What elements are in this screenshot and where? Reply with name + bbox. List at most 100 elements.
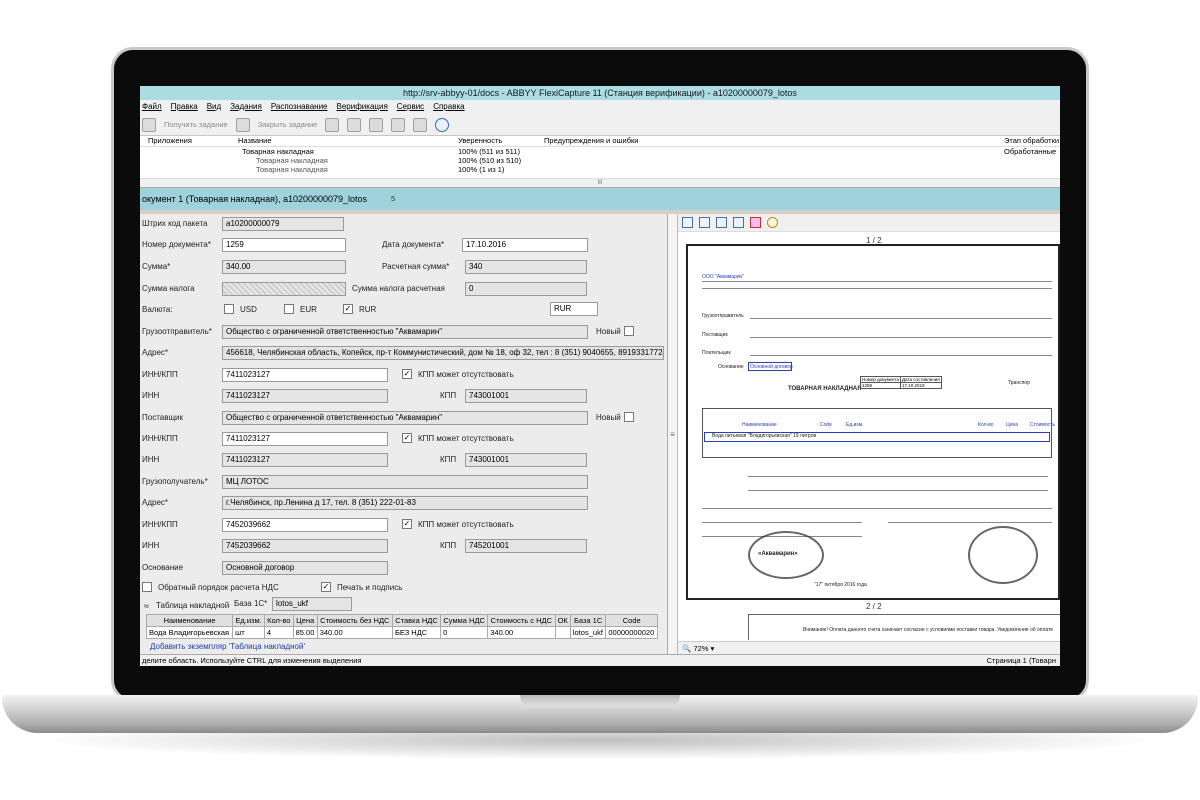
rur-checkbox[interactable]: ✓ (343, 304, 353, 314)
document-page-2[interactable]: Внимание! Оплата данного счета означает … (748, 614, 1060, 640)
inn1-field[interactable]: 7411023127 (222, 389, 388, 403)
reverse-vat-checkbox[interactable] (142, 582, 152, 592)
eur-checkbox[interactable] (284, 304, 294, 314)
calc-tax-field[interactable]: 0 (465, 282, 587, 296)
zoom-dropdown[interactable]: ▾ (711, 644, 715, 653)
kpp1-field[interactable]: 743001001 (465, 389, 587, 403)
menu-file[interactable]: Файл (142, 100, 162, 114)
cell-price[interactable]: 85.00 (292, 626, 318, 639)
shipper-new-checkbox[interactable] (624, 326, 634, 336)
supplier-field[interactable]: Общество с ограниченной ответственностью… (222, 411, 588, 425)
doc-date-field[interactable]: 17.10.2016 (462, 238, 588, 252)
inn-kpp1-field[interactable]: 7411023127 (222, 368, 388, 382)
pane-splitter[interactable]: ≡ (668, 214, 678, 654)
select-region-icon[interactable] (699, 217, 710, 228)
col-price[interactable]: Цена (292, 614, 318, 627)
batch-row[interactable]: Товарная накладная 100% (511 из 511) Обр… (140, 147, 1060, 156)
header-attachments[interactable]: Приложения (140, 136, 238, 146)
send-icon[interactable] (413, 117, 428, 132)
tax-sum-field[interactable] (222, 282, 346, 296)
clock-icon[interactable] (435, 117, 450, 132)
header-warnings[interactable]: Предупреждения и ошибки (544, 136, 1004, 146)
edit-region-icon[interactable] (733, 217, 744, 228)
col-code[interactable]: Code (605, 614, 658, 627)
cell-name[interactable]: Вода Владигорьевская (145, 626, 234, 639)
col-ok[interactable]: ОК (554, 614, 571, 627)
cell-unit[interactable]: шт (232, 626, 265, 639)
zoom-level[interactable]: 72% (693, 644, 708, 653)
header-name[interactable]: Название (238, 136, 458, 146)
col-vat-sum[interactable]: Сумма НДС (440, 614, 489, 627)
print-sign-checkbox[interactable]: ✓ (321, 582, 331, 592)
currency-field[interactable]: RUR (550, 302, 598, 316)
get-task-button[interactable]: Получить задание (164, 120, 228, 129)
address1-field[interactable]: 456618, Челябинская область, Копейск, пр… (222, 346, 664, 360)
menu-edit[interactable]: Правка (171, 100, 198, 114)
reverse-vat-label: Обратный порядок расчета НДС (158, 583, 279, 592)
collapse-icon[interactable]: ≈ (144, 601, 149, 611)
basis-field[interactable]: Основной договор (222, 561, 388, 575)
cell-cost-vat[interactable]: 340.00 (487, 626, 556, 639)
inn2-label: ИНН (142, 455, 160, 464)
recognize-icon[interactable] (369, 117, 384, 132)
usd-checkbox[interactable] (224, 304, 234, 314)
batch-row[interactable]: Товарная накладная 100% (1 из 1) (140, 165, 1060, 174)
image-viewer: 1 / 2 ООО "Аквамарин" Грузоотправитель П… (678, 214, 1060, 654)
base1c-field[interactable]: lotos_ukf (272, 597, 352, 611)
inn2-field[interactable]: 7411023127 (222, 453, 388, 467)
inn-kpp2-field[interactable]: 7411023127 (222, 432, 388, 446)
cell-ok[interactable] (554, 626, 571, 639)
pointer-icon[interactable] (682, 217, 693, 228)
menu-help[interactable]: Справка (433, 100, 464, 114)
col-qty[interactable]: Кол-во (263, 614, 294, 627)
col-cost-no-vat[interactable]: Стоимость без НДС (316, 614, 393, 627)
error-count-badge[interactable]: 5 (391, 188, 395, 210)
header-confidence[interactable]: Уверенность (458, 136, 544, 146)
cell-vat-sum[interactable]: 0 (440, 626, 489, 639)
address2-field[interactable]: г.Челябинск, пр.Ленина д 17, тел. 8 (351… (222, 496, 588, 510)
export-icon[interactable] (391, 117, 406, 132)
menu-service[interactable]: Сервис (397, 100, 424, 114)
kpp3-field[interactable]: 745201001 (465, 539, 587, 553)
kpp2-field[interactable]: 743001001 (465, 453, 587, 467)
col-base1c[interactable]: База 1С (569, 614, 607, 627)
close-task-button[interactable]: Закрыть задание (258, 120, 318, 129)
cell-base1c[interactable]: lotos_ukf (569, 626, 607, 639)
shipper-field[interactable]: Общество с ограниченной ответственностью… (222, 325, 588, 339)
barcode-field[interactable]: a10200000079 (222, 217, 344, 231)
col-vat-rate[interactable]: Ставка НДС (391, 614, 442, 627)
cell-qty[interactable]: 4 (263, 626, 294, 639)
doc-col-name: Наименование (742, 422, 777, 428)
col-name[interactable]: Наименование (145, 614, 234, 627)
cell-vat-rate[interactable]: БЕЗ НДС (391, 626, 442, 639)
menu-view[interactable]: Вид (207, 100, 221, 114)
kpp3-optional-checkbox[interactable]: ✓ (402, 519, 412, 529)
delete-region-icon[interactable] (750, 217, 761, 228)
kpp2-optional-checkbox[interactable]: ✓ (402, 433, 412, 443)
doc-number-field[interactable]: 1259 (222, 238, 346, 252)
document-icon[interactable] (325, 117, 340, 132)
col-cost-vat[interactable]: Стоимость с НДС (487, 614, 556, 627)
inn-kpp3-field[interactable]: 7452039662 (222, 518, 388, 532)
consignee-field[interactable]: МЦ ЛОТОС (222, 475, 588, 489)
calc-sum-field[interactable]: 340 (465, 260, 587, 274)
batch-row[interactable]: Товарная накладная 100% (510 из 510) (140, 156, 1060, 165)
add-table-instance-link[interactable]: Добавить экземпляр 'Таблица накладной' (150, 642, 305, 651)
menu-recognition[interactable]: Распознавание (271, 100, 328, 114)
zoom-icon[interactable] (767, 217, 778, 228)
header-stage[interactable]: Этап обработки (1004, 136, 1060, 146)
sum-field[interactable]: 340.00 (222, 260, 346, 274)
cell-cost-no-vat[interactable]: 340.00 (316, 626, 393, 639)
col-unit[interactable]: Ед.изм. (232, 614, 265, 627)
table-row[interactable]: Вода Владигорьевская шт 4 85.00 340.00 Б… (145, 626, 658, 639)
kpp1-optional-checkbox[interactable]: ✓ (402, 369, 412, 379)
document-page-1[interactable]: ООО "Аквамарин" Грузоотправитель Поставщ… (686, 244, 1060, 600)
menu-tasks[interactable]: Задания (230, 100, 262, 114)
select-table-icon[interactable] (716, 217, 727, 228)
menu-verification[interactable]: Верификация (337, 100, 388, 114)
documents-icon[interactable] (347, 117, 362, 132)
batch-list-scrollbar[interactable]: III (140, 178, 1060, 187)
supplier-new-checkbox[interactable] (624, 412, 634, 422)
cell-code[interactable]: 00000000020 (605, 626, 658, 639)
inn3-field[interactable]: 7452039662 (222, 539, 388, 553)
